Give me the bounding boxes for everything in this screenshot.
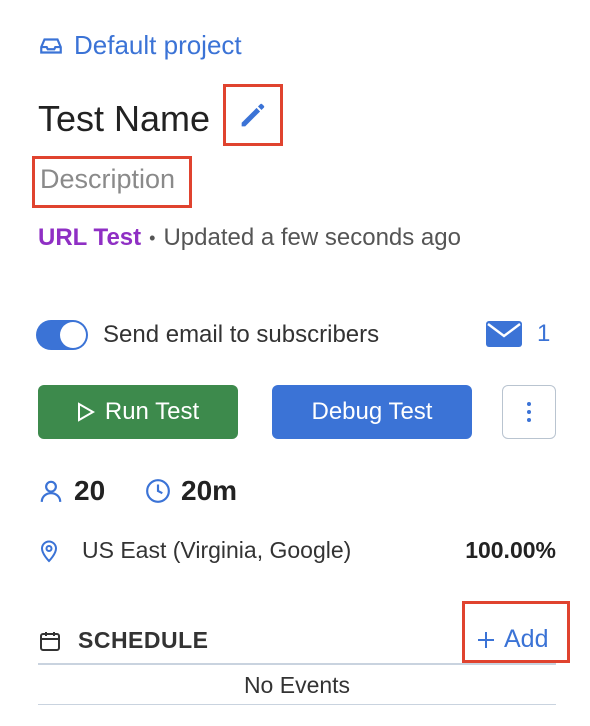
- bottom-divider: [38, 704, 556, 705]
- meta-separator: •: [149, 227, 156, 248]
- schedule-header: SCHEDULE: [38, 627, 209, 654]
- duration-value: 20m: [181, 475, 238, 506]
- map-pin-icon: [40, 540, 58, 562]
- email-toggle-label: Send email to subscribers: [103, 321, 380, 348]
- debug-test-label: Debug Test: [311, 398, 433, 425]
- edit-title-button[interactable]: [223, 84, 283, 146]
- calendar-icon: [40, 631, 60, 651]
- no-events-text: No Events: [243, 672, 351, 698]
- description-placeholder: Description: [40, 164, 176, 194]
- pencil-icon: [241, 103, 265, 127]
- user-icon: [40, 480, 62, 502]
- add-schedule-button[interactable]: Add: [476, 625, 548, 654]
- schedule-divider: [38, 663, 556, 665]
- envelope-icon: [486, 321, 522, 347]
- debug-test-button[interactable]: Debug Test: [272, 385, 472, 439]
- add-schedule-label: Add: [504, 625, 549, 653]
- toggle-knob: [60, 322, 86, 348]
- schedule-title: SCHEDULE: [78, 627, 209, 653]
- project-link[interactable]: Default project: [38, 30, 242, 61]
- location-name: US East (Virginia, Google): [82, 537, 352, 563]
- location-percent: 100.00%: [465, 537, 556, 563]
- kebab-menu-icon: [527, 402, 531, 422]
- location-row: US East (Virginia, Google): [38, 537, 351, 564]
- clock-icon: [146, 479, 170, 503]
- duration-stat: 20m: [145, 475, 237, 507]
- test-type: URL Test: [38, 224, 142, 251]
- run-test-label: Run Test: [104, 398, 200, 425]
- updated-time: Updated a few seconds ago: [163, 224, 461, 251]
- project-label: Default project: [74, 30, 242, 60]
- more-options-button[interactable]: [502, 385, 556, 439]
- virtual-users-stat: 20: [38, 475, 105, 507]
- virtual-users-value: 20: [74, 475, 106, 506]
- plus-icon: [478, 631, 494, 648]
- test-meta: URL Test • Updated a few seconds ago: [38, 224, 461, 252]
- inbox-icon: [40, 37, 62, 54]
- subscriber-count: 1: [537, 320, 551, 347]
- subscribers-button[interactable]: 1: [485, 320, 550, 348]
- play-icon: [77, 402, 95, 422]
- test-title[interactable]: Test Name: [38, 98, 210, 140]
- run-test-button[interactable]: Run Test: [38, 385, 238, 439]
- email-toggle[interactable]: [36, 320, 88, 350]
